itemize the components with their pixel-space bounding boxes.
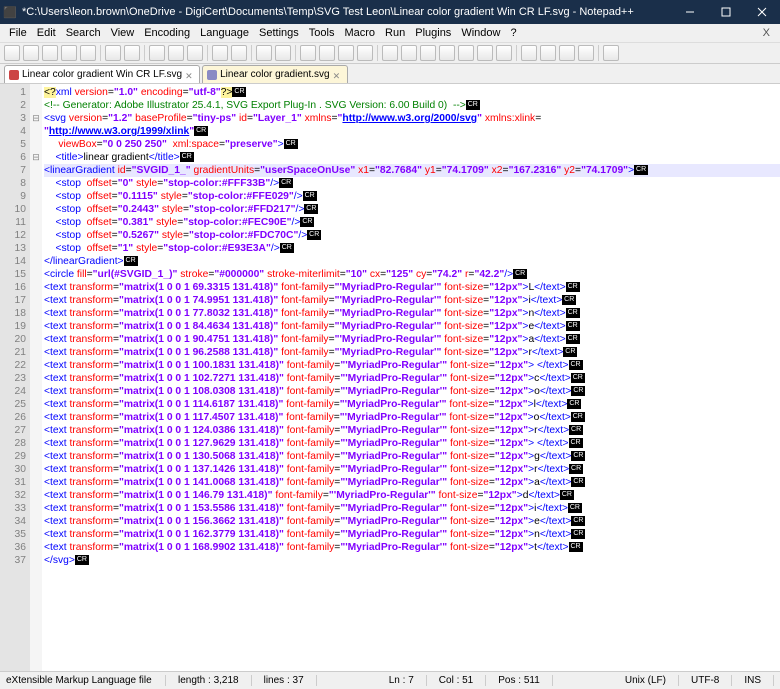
editor[interactable]: 1234567891011121314151617181920212223242…: [0, 84, 780, 671]
tab-active[interactable]: Linear color gradient Win CR LF.svg ✕: [4, 65, 200, 83]
toolbar-button[interactable]: [149, 45, 165, 61]
toolbar: [0, 42, 780, 64]
toolbar-separator: [251, 45, 252, 61]
status-pos: Pos : 511: [486, 675, 553, 686]
toolbar-button[interactable]: [559, 45, 575, 61]
toolbar-button[interactable]: [477, 45, 493, 61]
statusbar: eXtensible Markup Language file length :…: [0, 671, 780, 689]
menubar-close-icon[interactable]: X: [758, 27, 776, 39]
toolbar-button[interactable]: [458, 45, 474, 61]
toolbar-separator: [207, 45, 208, 61]
toolbar-button[interactable]: [382, 45, 398, 61]
toolbar-button[interactable]: [23, 45, 39, 61]
tabbar: Linear color gradient Win CR LF.svg ✕ Li…: [0, 64, 780, 84]
status-eol[interactable]: Unix (LF): [613, 675, 679, 686]
toolbar-separator: [516, 45, 517, 61]
toolbar-button[interactable]: [319, 45, 335, 61]
menu-window[interactable]: Window: [456, 27, 505, 39]
menu-plugins[interactable]: Plugins: [410, 27, 456, 39]
window-title: *C:\Users\leon.brown\OneDrive - DigiCert…: [20, 6, 672, 18]
menu-file[interactable]: File: [4, 27, 32, 39]
toolbar-button[interactable]: [275, 45, 291, 61]
toolbar-separator: [295, 45, 296, 61]
toolbar-button[interactable]: [439, 45, 455, 61]
toolbar-button[interactable]: [231, 45, 247, 61]
status-col: Col : 51: [427, 675, 486, 686]
close-button[interactable]: [744, 0, 780, 24]
app-icon: ⬛: [0, 6, 20, 19]
status-ins[interactable]: INS: [732, 675, 774, 686]
toolbar-separator: [144, 45, 145, 61]
toolbar-button[interactable]: [300, 45, 316, 61]
tab-close-icon[interactable]: ✕: [333, 71, 341, 79]
tab-inactive[interactable]: Linear color gradient.svg ✕: [202, 65, 348, 83]
toolbar-button[interactable]: [212, 45, 228, 61]
toolbar-button[interactable]: [61, 45, 77, 61]
toolbar-button[interactable]: [521, 45, 537, 61]
menu-tools[interactable]: Tools: [304, 27, 340, 39]
tab-modified-icon: [9, 70, 19, 80]
menu-language[interactable]: Language: [195, 27, 254, 39]
menu-view[interactable]: View: [106, 27, 140, 39]
toolbar-button[interactable]: [401, 45, 417, 61]
toolbar-separator: [377, 45, 378, 61]
toolbar-button[interactable]: [578, 45, 594, 61]
toolbar-separator: [100, 45, 101, 61]
menu-help[interactable]: ?: [505, 27, 521, 39]
fold-gutter: ⊟⊟: [30, 84, 42, 671]
menu-encoding[interactable]: Encoding: [139, 27, 195, 39]
minimize-button[interactable]: [672, 0, 708, 24]
status-lines: lines : 37: [252, 675, 317, 686]
status-language: eXtensible Markup Language file: [6, 675, 166, 686]
window-buttons: [672, 0, 780, 24]
toolbar-button[interactable]: [540, 45, 556, 61]
tab-close-icon[interactable]: ✕: [185, 71, 193, 79]
status-ln: Ln : 7: [377, 675, 427, 686]
toolbar-button[interactable]: [496, 45, 512, 61]
toolbar-button[interactable]: [4, 45, 20, 61]
tab-saved-icon: [207, 70, 217, 80]
titlebar: ⬛ *C:\Users\leon.brown\OneDrive - DigiCe…: [0, 0, 780, 24]
status-length: length : 3,218: [166, 675, 252, 686]
menu-macro[interactable]: Macro: [339, 27, 380, 39]
line-number-gutter: 1234567891011121314151617181920212223242…: [0, 84, 30, 671]
toolbar-button[interactable]: [256, 45, 272, 61]
toolbar-button[interactable]: [420, 45, 436, 61]
menu-run[interactable]: Run: [380, 27, 410, 39]
toolbar-separator: [598, 45, 599, 61]
menu-settings[interactable]: Settings: [254, 27, 304, 39]
toolbar-button[interactable]: [124, 45, 140, 61]
menu-search[interactable]: Search: [61, 27, 106, 39]
toolbar-button[interactable]: [603, 45, 619, 61]
tab-label: Linear color gradient.svg: [220, 69, 330, 80]
toolbar-button[interactable]: [42, 45, 58, 61]
status-encoding[interactable]: UTF-8: [679, 675, 732, 686]
toolbar-button[interactable]: [187, 45, 203, 61]
toolbar-button[interactable]: [357, 45, 373, 61]
maximize-button[interactable]: [708, 0, 744, 24]
tab-label: Linear color gradient Win CR LF.svg: [22, 69, 182, 80]
menu-edit[interactable]: Edit: [32, 27, 61, 39]
toolbar-button[interactable]: [80, 45, 96, 61]
toolbar-button[interactable]: [338, 45, 354, 61]
menubar: File Edit Search View Encoding Language …: [0, 24, 780, 42]
toolbar-button[interactable]: [168, 45, 184, 61]
code-area[interactable]: <?xml version="1.0" encoding="utf-8"?>CR…: [42, 84, 780, 671]
toolbar-button[interactable]: [105, 45, 121, 61]
